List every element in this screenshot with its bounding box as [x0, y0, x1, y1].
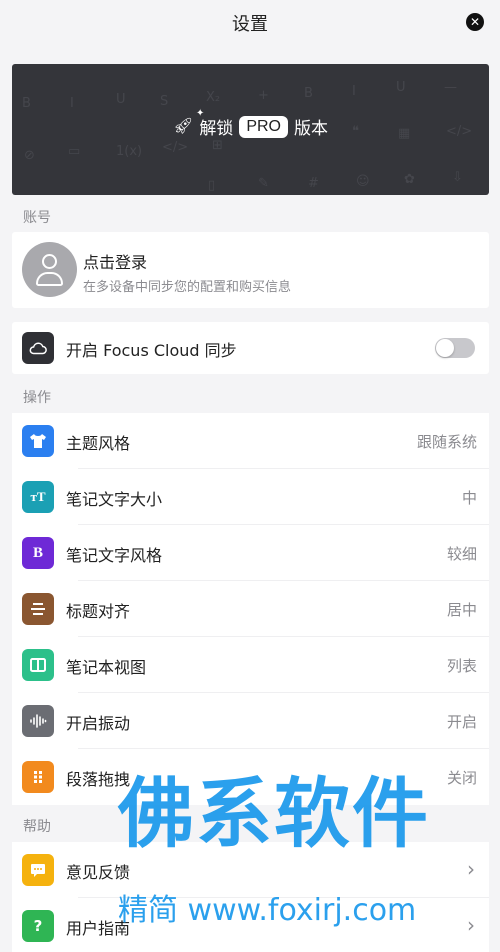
- cloud-icon: [22, 332, 54, 364]
- rocket-icon: 🚀︎: [173, 116, 194, 135]
- pro-unlock-label: 🚀︎ 解锁 PRO 版本: [12, 114, 489, 139]
- pro-badge: PRO: [239, 115, 288, 138]
- underline-glyph-icon-2: U: [396, 80, 406, 95]
- cloud-sync-label: 开启 Focus Cloud 同步: [66, 341, 237, 360]
- login-subtitle: 在多设备中同步您的配置和购买信息: [83, 280, 292, 295]
- cloud-sync-row: 开启 Focus Cloud 同步: [12, 322, 489, 374]
- row-value: 较细: [446, 545, 477, 563]
- columns-icon: [22, 649, 54, 681]
- link-glyph-icon: ⊘: [24, 148, 35, 163]
- row-value: 居中: [446, 601, 477, 619]
- italic-glyph-icon: I: [70, 96, 74, 111]
- table-glyph-icon: ⊞: [212, 138, 223, 153]
- plus-glyph-icon: +: [258, 88, 269, 103]
- setting-row-title-align[interactable]: 标题对齐 居中: [12, 581, 489, 637]
- setting-row-vibration[interactable]: 开启振动 开启: [12, 693, 489, 749]
- shirt-icon: [22, 425, 54, 457]
- cloud-sync-toggle[interactable]: [435, 338, 475, 358]
- section-label-operations: 操作: [23, 390, 51, 406]
- image-glyph-icon: ▭: [68, 144, 81, 159]
- pen-glyph-icon: ✎: [258, 176, 269, 191]
- strike-glyph-icon: S: [160, 94, 169, 109]
- italic-glyph-icon-2: I: [352, 84, 356, 99]
- row-value: 列表: [446, 657, 477, 675]
- login-title: 点击登录: [83, 253, 148, 272]
- unlock-text: 解锁: [199, 119, 234, 139]
- row-label: 笔记本视图: [66, 658, 147, 677]
- bold-icon: B: [22, 537, 54, 569]
- drag-dots-icon: [22, 761, 54, 793]
- pro-upgrade-banner[interactable]: B I U S X₂ + B I U — ⊘ ▭ 1(x) </> ⊞ ❝ ▦ …: [12, 64, 489, 195]
- setting-row-text-size[interactable]: тT 笔记文字大小 中: [12, 469, 489, 525]
- row-label: 开启振动: [66, 714, 131, 733]
- section-label-help: 帮助: [23, 819, 51, 835]
- doc-glyph-icon: ▯: [208, 178, 216, 193]
- function-glyph-icon: 1(x): [116, 144, 143, 159]
- page-title: 设置: [232, 14, 268, 35]
- avatar: [22, 242, 77, 297]
- row-value: 关闭: [446, 769, 477, 787]
- smile-glyph-icon: ☺: [356, 174, 370, 189]
- watermark-main: 佛系软件: [118, 769, 430, 858]
- chevron-right-icon: ›: [467, 913, 475, 937]
- hash-glyph-icon: #: [308, 176, 319, 191]
- minus-glyph-icon: —: [444, 80, 457, 95]
- underline-glyph-icon: U: [116, 92, 126, 107]
- bold-glyph-icon-2: B: [304, 86, 313, 101]
- login-card[interactable]: 点击登录 在多设备中同步您的配置和购买信息: [12, 232, 489, 308]
- row-label: 意见反馈: [66, 863, 131, 882]
- align-center-icon: [22, 593, 54, 625]
- row-label: 标题对齐: [66, 602, 131, 621]
- bold-glyph-icon: B: [22, 96, 31, 111]
- setting-row-notebook-view[interactable]: 笔记本视图 列表: [12, 637, 489, 693]
- subscript-glyph-icon: X₂: [206, 90, 221, 105]
- code-glyph-icon: </>: [162, 140, 189, 155]
- question-icon: ?: [22, 910, 54, 942]
- download-glyph-icon: ⇩: [452, 170, 463, 185]
- watermark-sub: 精简 www.foxirj.com: [118, 893, 417, 928]
- close-icon[interactable]: ✕: [466, 13, 484, 31]
- row-label: 笔记文字大小: [66, 490, 163, 509]
- section-label-account: 账号: [23, 210, 51, 226]
- flower-glyph-icon: ✿: [404, 172, 415, 187]
- row-value: 中: [461, 489, 477, 507]
- row-label: 主题风格: [66, 434, 131, 453]
- row-value: 开启: [446, 713, 477, 731]
- row-value: 跟随系统: [416, 433, 477, 451]
- waveform-icon: [22, 705, 54, 737]
- setting-row-theme[interactable]: 主题风格 跟随系统: [12, 413, 489, 469]
- feedback-icon: [22, 854, 54, 886]
- chevron-right-icon: ›: [467, 857, 475, 881]
- text-size-icon: тT: [22, 481, 54, 513]
- row-label: 笔记文字风格: [66, 546, 163, 565]
- version-text: 版本: [293, 119, 328, 139]
- setting-row-text-style[interactable]: B 笔记文字风格 较细: [12, 525, 489, 581]
- top-bar: 设置 ✕: [0, 0, 500, 46]
